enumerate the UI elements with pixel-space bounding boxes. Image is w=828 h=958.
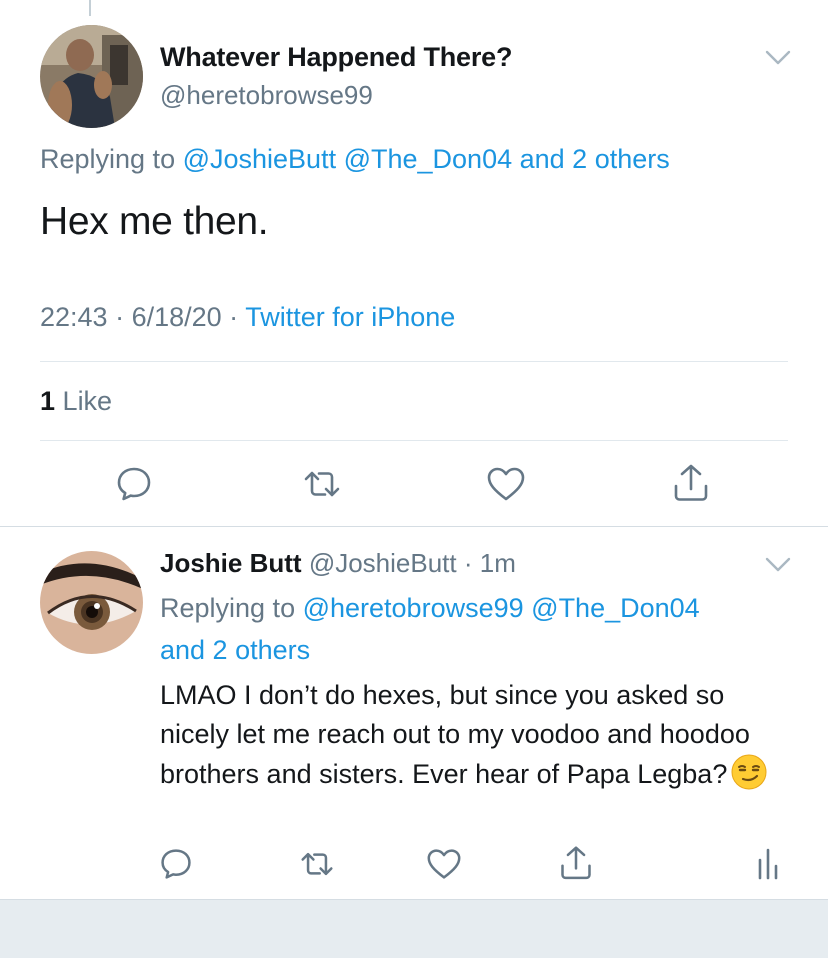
mention-link[interactable]: @The_Don04 [344,144,513,174]
bottom-bar [0,899,828,958]
like-count: 1 [40,386,56,416]
tweet-metadata: 22:43 · 6/18/20 · Twitter for iPhone [40,302,455,333]
chevron-down-icon[interactable] [764,48,792,73]
retweet-icon[interactable] [298,462,346,506]
reply-text-content: LMAO I don’t do hexes, but since you ask… [160,680,750,789]
retweet-icon[interactable] [295,844,339,884]
share-icon[interactable] [669,460,713,506]
replying-to: Replying to @JoshieButt @The_Don04 and 2… [40,144,670,175]
mention-link[interactable]: @The_Don04 [531,593,700,623]
smirking-face-icon [731,754,767,790]
section-divider [0,526,828,527]
avatar[interactable] [40,25,143,128]
tweet-date: 6/18/20 [131,302,222,332]
reply-icon[interactable] [112,462,156,506]
tweet-source-link[interactable]: Twitter for iPhone [245,302,455,332]
like-count-link[interactable]: 1 Like [40,386,112,417]
replying-to: Replying to @heretobrowse99 @The_Don04an… [160,587,780,671]
display-name[interactable]: Joshie Butt [160,548,302,578]
like-icon[interactable] [484,462,528,506]
meta-separator: · [221,302,246,332]
avatar[interactable] [40,551,143,654]
meta-separator: · [107,302,132,332]
others-link[interactable]: and 2 others [160,635,310,665]
mention-link[interactable]: @heretobrowse99 [303,593,524,623]
main-tweet: Whatever Happened There? @heretobrowse99… [0,0,828,527]
user-handle[interactable]: @heretobrowse99 [160,80,373,111]
like-icon[interactable] [424,844,464,884]
chevron-down-icon[interactable] [764,555,792,580]
meta-separator: · [456,548,480,578]
tweet-age: 1m [479,548,516,578]
tweet-text: Hex me then. [40,200,269,243]
tweet-detail-screen: Whatever Happened There? @heretobrowse99… [0,0,828,958]
analytics-icon[interactable] [752,844,786,882]
replying-prefix: Replying to [40,144,183,174]
divider [40,440,788,441]
reply-text: LMAO I don’t do hexes, but since you ask… [160,676,800,794]
divider [40,361,788,362]
share-icon[interactable] [556,842,596,884]
user-handle[interactable]: @JoshieButt [309,548,457,578]
tweet-time: 22:43 [40,302,108,332]
reply-header: Joshie Butt @JoshieButt · 1m [160,548,516,579]
reply-icon[interactable] [156,844,196,884]
mention-link[interactable]: @JoshieButt [183,144,336,174]
display-name[interactable]: Whatever Happened There? [160,42,512,73]
replying-prefix: Replying to [160,593,303,623]
others-link[interactable]: and 2 others [520,144,670,174]
like-label: Like [62,386,113,416]
